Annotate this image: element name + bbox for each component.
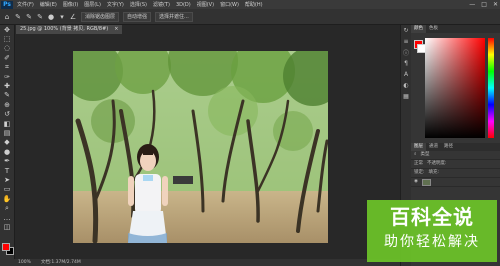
history-brush-tool-icon[interactable]: ↺ xyxy=(0,110,14,119)
eye-icon[interactable]: ◉ xyxy=(414,178,418,186)
tab-layers[interactable]: 图层 xyxy=(411,143,426,151)
menu-layer[interactable]: 图层(L) xyxy=(84,1,101,8)
opacity-label: 不透明度: xyxy=(427,161,447,166)
menu-window[interactable]: 窗口(W) xyxy=(220,1,239,8)
tab-channels[interactable]: 通道 xyxy=(426,143,441,151)
tab-color[interactable]: 颜色 xyxy=(411,25,426,33)
quick-mask-icon[interactable]: ◫ xyxy=(0,222,14,231)
hand-tool-icon[interactable]: ✋ xyxy=(0,194,14,203)
auto-enhance-button[interactable]: 自动增强 xyxy=(123,11,152,22)
foreground-color-swatch[interactable] xyxy=(2,243,10,251)
search-icon: ⌕ xyxy=(414,152,417,157)
menu-edit[interactable]: 编辑(E) xyxy=(40,1,57,8)
tools-panel: ✥ ⬚ ◌ ✐ ⌗ ✑ ✚ ✎ ⊕ ↺ ◧ ▤ ◆ ● ✒ T ➤ ▭ ✋ ⌕ … xyxy=(0,25,15,266)
brush-subtract-icon[interactable]: ✎ xyxy=(36,13,44,21)
sample-all-layers-button[interactable]: 消除锯齿图层 xyxy=(81,11,120,22)
menu-bar: Ps 文件(F) 编辑(E) 图像(I) 图层(L) 文字(Y) 选择(S) 滤… xyxy=(0,0,500,9)
maximize-button[interactable]: □ xyxy=(481,0,487,9)
edit-toolbar-icon[interactable]: … xyxy=(0,213,14,222)
character-icon[interactable]: A xyxy=(401,69,411,80)
zoom-level[interactable]: 100% xyxy=(18,259,31,266)
hue-slider[interactable] xyxy=(488,38,494,138)
brush-size-icon[interactable]: ● xyxy=(47,13,55,21)
styles-icon[interactable]: ▦ xyxy=(401,91,411,102)
eraser-tool-icon[interactable]: ◧ xyxy=(0,119,14,128)
watermark: 百科全说 助你轻松解决 xyxy=(367,200,497,262)
lock-row: 锁定: 填充: xyxy=(411,169,500,178)
status-bar: 100% 文档:1.37M/2.74M xyxy=(14,259,404,266)
tab-swatches[interactable]: 色板 xyxy=(426,25,441,33)
close-document-icon[interactable]: × xyxy=(114,25,118,34)
history-icon[interactable]: ↻ xyxy=(401,25,411,36)
move-tool-icon[interactable]: ✥ xyxy=(0,25,14,34)
color-panel-tabs: 颜色 色板 xyxy=(411,25,500,33)
paragraph-icon[interactable]: ¶ xyxy=(401,58,411,69)
path-select-tool-icon[interactable]: ➤ xyxy=(0,175,14,184)
menu-help[interactable]: 帮助(H) xyxy=(245,1,263,8)
color-picker-field[interactable] xyxy=(425,38,485,138)
close-window-button[interactable]: ✕ xyxy=(493,0,498,9)
menu-select[interactable]: 选择(S) xyxy=(130,1,147,8)
lasso-tool-icon[interactable]: ◌ xyxy=(0,44,14,53)
blend-mode-select[interactable]: 正常 xyxy=(414,160,423,168)
window-controls: — □ ✕ xyxy=(469,0,498,9)
layer-kind-label: 类型 xyxy=(420,152,430,157)
zoom-tool-icon[interactable]: ⌕ xyxy=(0,203,14,212)
menu-filter[interactable]: 滤镜(T) xyxy=(153,1,170,8)
shape-tool-icon[interactable]: ▭ xyxy=(0,185,14,194)
angle-icon[interactable]: ∠ xyxy=(69,13,77,21)
brush-add-icon[interactable]: ✎ xyxy=(25,13,33,21)
type-tool-icon[interactable]: T xyxy=(0,166,14,175)
brush-preset-icon[interactable]: ✎ xyxy=(14,13,22,21)
blur-tool-icon[interactable]: ◆ xyxy=(0,138,14,147)
properties-icon[interactable]: ≡ xyxy=(401,36,411,47)
layer-kind-filter[interactable]: ⌕ 类型 xyxy=(411,151,500,160)
document-title: 25.jpg @ 100% (背景 拷贝, RGB/8#) xyxy=(20,26,109,32)
document-size: 文档:1.37M/2.74M xyxy=(40,260,81,265)
layer-thumbnail xyxy=(421,178,431,186)
home-icon[interactable]: ⌂ xyxy=(3,13,11,21)
dodge-tool-icon[interactable]: ● xyxy=(0,147,14,156)
color-swatches[interactable] xyxy=(2,243,14,255)
fill-label: 填充: xyxy=(428,170,440,175)
blend-row: 正常 不透明度: xyxy=(411,160,500,169)
image-canvas[interactable] xyxy=(73,51,328,243)
minimize-button[interactable]: — xyxy=(469,0,475,9)
menu-file[interactable]: 文件(F) xyxy=(17,1,34,8)
select-and-mask-button[interactable]: 选择并遮住... xyxy=(155,11,193,22)
adjustments-icon[interactable]: ◐ xyxy=(401,80,411,91)
options-bar: ⌂ ✎ ✎ ✎ ● ▾ ∠ 消除锯齿图层 自动增强 选择并遮住... xyxy=(0,9,500,25)
crop-tool-icon[interactable]: ⌗ xyxy=(0,63,14,72)
gradient-tool-icon[interactable]: ▤ xyxy=(0,128,14,137)
watermark-title: 百科全说 xyxy=(390,205,474,229)
info-icon[interactable]: ⓘ xyxy=(401,47,411,58)
menu-image[interactable]: 图像(I) xyxy=(63,1,78,8)
menu-3d[interactable]: 3D(D) xyxy=(176,2,191,8)
document-tab[interactable]: 25.jpg @ 100% (背景 拷贝, RGB/8#) × xyxy=(16,25,123,34)
lock-label: 锁定: xyxy=(414,170,425,175)
marquee-tool-icon[interactable]: ⬚ xyxy=(0,34,14,43)
photoshop-logo: Ps xyxy=(1,0,13,9)
tab-paths[interactable]: 路径 xyxy=(441,143,456,151)
healing-tool-icon[interactable]: ✚ xyxy=(0,81,14,90)
layer-item[interactable]: ◉ xyxy=(411,178,500,187)
eyedropper-tool-icon[interactable]: ✑ xyxy=(0,72,14,81)
photo-girl-in-forest xyxy=(73,51,328,243)
pen-tool-icon[interactable]: ✒ xyxy=(0,156,14,165)
quick-select-tool-icon[interactable]: ✐ xyxy=(0,53,14,62)
menu-view[interactable]: 视图(V) xyxy=(197,1,214,8)
brush-settings-icon[interactable]: ▾ xyxy=(58,13,66,21)
brush-tool-icon[interactable]: ✎ xyxy=(0,91,14,100)
watermark-subtitle: 助你轻松解决 xyxy=(384,234,480,250)
layer-panel-tabs: 图层 通道 路径 xyxy=(411,143,500,151)
menu-type[interactable]: 文字(Y) xyxy=(107,1,124,8)
clone-tool-icon[interactable]: ⊕ xyxy=(0,100,14,109)
